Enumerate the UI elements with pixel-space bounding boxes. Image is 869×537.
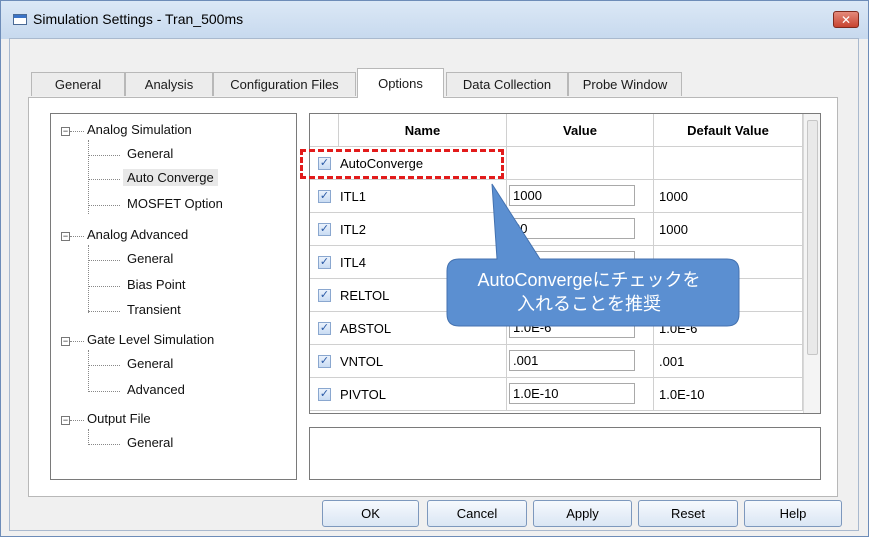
callout-text: AutoConvergeにチェックを 入れることを推奨 [447,259,731,325]
callout-line-2: 入れることを推奨 [517,294,661,314]
tab-options[interactable]: Options [357,68,444,98]
callout-line-1: AutoConvergeにチェックを [477,270,701,290]
